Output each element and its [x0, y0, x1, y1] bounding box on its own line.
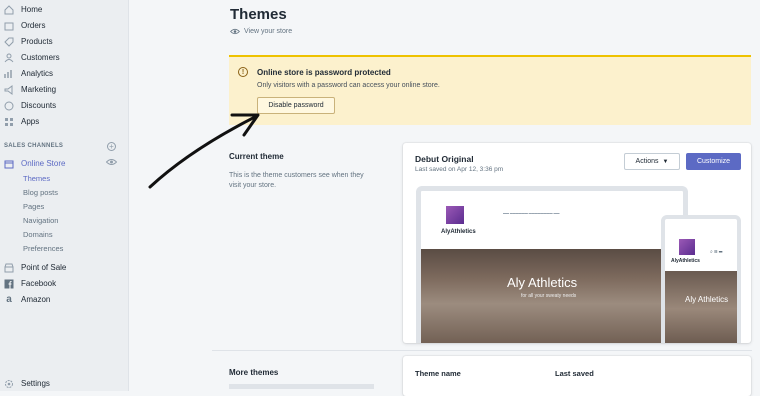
brand-logo	[679, 239, 695, 255]
warning-icon: !	[238, 67, 248, 77]
products-icon	[4, 37, 14, 47]
actions-label: Actions	[635, 158, 659, 165]
store-icon	[4, 263, 14, 273]
password-banner: ! Online store is password protected Onl…	[229, 55, 751, 125]
more-themes-heading: More themes	[229, 368, 279, 377]
more-themes-description	[229, 384, 374, 389]
current-theme-heading: Current theme	[229, 152, 284, 161]
sidebar-item-orders[interactable]: Orders	[0, 18, 45, 33]
sidebar-item-apps[interactable]: Apps	[0, 114, 39, 129]
mobile-preview: AlyAthletics ⌕ ⊟ ☰ Aly Athletics	[661, 215, 741, 343]
section-divider	[212, 350, 752, 351]
preview-hero-image: Aly Athletics for all your sweaty needs	[421, 249, 683, 343]
sidebar-sub-themes[interactable]: Themes	[23, 174, 50, 183]
preview-hero-image: Aly Athletics	[665, 271, 737, 343]
banner-title: Online store is password protected	[257, 68, 391, 77]
sidebar-item-amazon[interactable]: a Amazon	[0, 292, 50, 307]
sidebar-item-facebook[interactable]: Facebook	[0, 276, 56, 291]
online-store-icon	[4, 159, 14, 169]
add-channel-icon[interactable]: +	[107, 142, 116, 151]
sidebar-item-label: Facebook	[21, 279, 57, 288]
column-header-theme-name: Theme name	[415, 369, 461, 378]
page-title: Themes	[230, 6, 287, 23]
sidebar-item-label: Marketing	[21, 85, 57, 94]
current-theme-description: This is the theme customers see when the…	[229, 172, 364, 189]
sidebar-item-customers[interactable]: Customers	[0, 50, 60, 65]
sidebar-item-products[interactable]: Products	[0, 34, 53, 49]
actions-dropdown[interactable]: Actions ▼	[624, 153, 680, 170]
sales-channels-heading: SALES CHANNELS	[4, 143, 64, 149]
gear-icon	[4, 379, 14, 389]
sidebar-item-discounts[interactable]: Discounts	[0, 98, 56, 113]
sidebar-item-label: Settings	[21, 379, 50, 388]
sidebar-item-point-of-sale[interactable]: Point of Sale	[0, 260, 66, 275]
themes-table: Theme name Last saved	[403, 356, 751, 396]
sidebar-sub-preferences[interactable]: Preferences	[23, 244, 63, 253]
eye-icon	[230, 28, 240, 35]
sidebar-sub-domains[interactable]: Domains	[23, 230, 53, 239]
sidebar-item-analytics[interactable]: Analytics	[0, 66, 53, 81]
column-header-last-saved: Last saved	[555, 369, 594, 378]
sidebar-item-label: Point of Sale	[21, 263, 67, 272]
sidebar-item-online-store[interactable]: Online Store	[0, 156, 65, 171]
sidebar-item-marketing[interactable]: Marketing	[0, 82, 56, 97]
preview-nav: ▬▬ ▬▬▬▬▬▬ ▬▬▬▬▬▬▬▬ ▬▬	[503, 211, 560, 215]
preview-hero-subtitle: for all your sweaty needs	[521, 293, 577, 299]
sidebar-item-home[interactable]: Home	[0, 2, 42, 17]
banner-text: Only visitors with a password can access…	[257, 82, 440, 89]
preview-brand-name: AlyAthletics	[671, 258, 700, 264]
sidebar-item-label: Products	[21, 37, 53, 46]
home-icon	[4, 4, 14, 15]
view-store-link[interactable]: View your store	[230, 28, 292, 35]
preview-hero-title: Aly Athletics	[685, 295, 729, 304]
preview-icons: ⌕ ⊟ ☰	[710, 249, 723, 255]
preview-hero-title: Aly Athletics	[507, 275, 578, 290]
current-theme-card: Debut Original Last saved on Apr 12, 3:3…	[403, 143, 751, 343]
orders-icon	[4, 21, 14, 31]
caret-down-icon: ▼	[662, 158, 669, 165]
discounts-icon	[4, 101, 14, 111]
facebook-icon	[4, 279, 14, 289]
desktop-preview: AlyAthletics ▬▬ ▬▬▬▬▬▬ ▬▬▬▬▬▬▬▬ ▬▬ Aly A…	[416, 186, 688, 343]
sidebar-sub-navigation[interactable]: Navigation	[23, 216, 58, 225]
sidebar-item-label: Apps	[21, 117, 40, 126]
eye-icon[interactable]	[106, 158, 117, 166]
sidebar-item-label: Home	[21, 5, 43, 14]
disable-password-button[interactable]: Disable password	[257, 97, 335, 114]
sidebar-item-settings[interactable]: Settings	[0, 376, 50, 391]
sidebar-sub-pages[interactable]: Pages	[23, 202, 44, 211]
sidebar-item-label: Online Store	[21, 159, 66, 168]
amazon-icon: a	[6, 294, 12, 305]
brand-logo	[446, 206, 464, 224]
theme-name: Debut Original	[415, 154, 474, 164]
customers-icon	[4, 53, 14, 63]
sidebar: Home Orders Products Customers Analytics…	[0, 0, 129, 391]
sidebar-item-label: Orders	[21, 21, 46, 30]
analytics-icon	[4, 69, 14, 79]
sidebar-item-label: Analytics	[21, 69, 54, 78]
sidebar-item-label: Customers	[21, 53, 60, 62]
preview-brand-name: AlyAthletics	[441, 229, 476, 235]
view-store-label: View your store	[244, 28, 293, 35]
sidebar-item-label: Discounts	[21, 101, 57, 110]
customize-button[interactable]: Customize	[686, 153, 741, 170]
apps-icon	[4, 117, 14, 127]
sidebar-sub-blog-posts[interactable]: Blog posts	[23, 188, 58, 197]
theme-last-saved: Last saved on Apr 12, 3:36 pm	[415, 166, 504, 173]
sidebar-item-label: Amazon	[21, 295, 51, 304]
marketing-icon	[4, 84, 14, 95]
